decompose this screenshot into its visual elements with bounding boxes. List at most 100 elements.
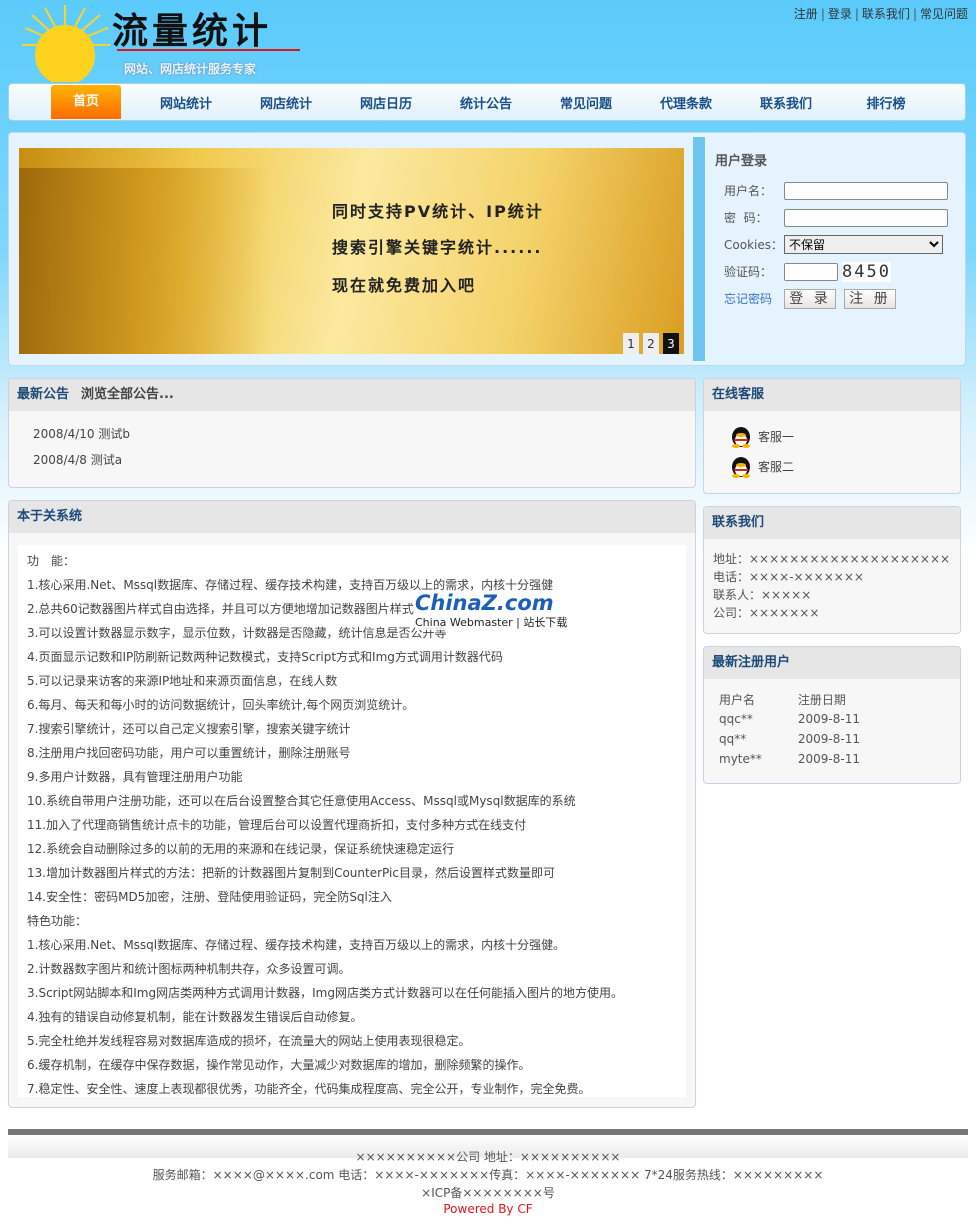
footer-company: ××××××××××公司 地址：×××××××××× bbox=[355, 1150, 621, 1164]
contact-company: 公司：××××××× bbox=[713, 606, 820, 620]
username-label: 用户名： bbox=[724, 184, 773, 198]
password-label: 密 码： bbox=[724, 211, 768, 225]
feature-line: 12.系统会自动删除过多的以前的无用的来源和在线记录，保证系统快速稳定运行 bbox=[27, 842, 455, 856]
cell-date: 2009-8-11 bbox=[797, 732, 860, 746]
banner-page-3[interactable]: 3 bbox=[663, 333, 679, 354]
banner-line-2: 搜索引擎关键字统计...... bbox=[332, 238, 543, 257]
feature-line: 2.总共60记数器图片样式自由选择，并且可以方便地增加记数器图片样式 bbox=[27, 602, 414, 616]
cell-username: qqc** bbox=[719, 712, 753, 726]
chinaz-watermark: ChinaZ.com China Webmaster | 站长下载 bbox=[415, 591, 568, 630]
table-row: qqc** 2009-8-11 bbox=[719, 709, 896, 729]
users-table: 用户名 注册日期 qqc** 2009-8-11 qq** 2009-8-11 myt… bbox=[719, 689, 896, 769]
banner-slideshow[interactable]: 同时支持PV统计、IP统计 搜索引擎关键字统计...... 现在就免费加入吧 1… bbox=[19, 148, 684, 354]
nav-shop-calendar[interactable]: 网店日历 bbox=[336, 93, 436, 112]
table-row: qq** 2009-8-11 bbox=[719, 729, 896, 749]
qq-penguin-icon bbox=[730, 424, 752, 448]
nav-shop-stats[interactable]: 网店统计 bbox=[236, 93, 336, 112]
feature-line: 9.多用户计数器，具有管理注册用户功能 bbox=[27, 770, 243, 784]
banner-divider bbox=[693, 137, 705, 361]
nav-home[interactable]: 首页 bbox=[51, 85, 121, 119]
feature-line: 7.搜索引擎统计，还可以自己定义搜索引擎，搜索关键字统计 bbox=[27, 722, 351, 736]
notice-more-link[interactable]: 浏览全部公告... bbox=[81, 387, 174, 402]
captcha-image[interactable]: 8450 bbox=[842, 261, 891, 282]
service-title: 在线客服 bbox=[704, 379, 960, 411]
password-input[interactable] bbox=[784, 208, 948, 227]
nav-contact[interactable]: 联系我们 bbox=[736, 93, 836, 112]
cookies-select[interactable]: 不保留 bbox=[784, 235, 943, 254]
feature-line: 1.核心采用.Net、Mssql数据库、存储过程、缓存技术构建，支持百万级以上的… bbox=[27, 578, 554, 592]
login-button[interactable]: 登 录 bbox=[784, 288, 836, 309]
watermark-sub: China Webmaster | 站长下载 bbox=[415, 614, 568, 630]
contact-person: 联系人：××××× bbox=[713, 588, 812, 602]
feature-line: 3.可以设置计数器显示数字，显示位数，计数器是否隐藏，统计信息是否公开等 bbox=[27, 626, 447, 640]
feature-line: 1.核心采用.Net、Mssql数据库、存储过程、缓存技术构建，支持百万级以上的… bbox=[27, 938, 566, 952]
register-link[interactable]: 注册 bbox=[794, 7, 818, 21]
login-link[interactable]: 登录 bbox=[828, 7, 852, 21]
service-item-1[interactable]: 客服一 bbox=[704, 421, 960, 451]
header-username: 用户名 bbox=[719, 692, 756, 707]
footer-icp: ×ICP备××××××××号 bbox=[421, 1186, 555, 1200]
feature-line: 11.加入了代理商销售统计点卡的功能，管理后台可以设置代理商折扣，支付多种方式在… bbox=[27, 818, 527, 832]
login-title: 用户登录 bbox=[715, 154, 768, 169]
logo[interactable]: 流量统计 网站、网店统计服务专家 bbox=[20, 0, 310, 85]
nav-ranking[interactable]: 排行榜 bbox=[836, 93, 936, 112]
new-users-panel: 最新注册用户 用户名 注册日期 qqc** 2009-8-11 qq** 2009-8… bbox=[703, 646, 961, 784]
cell-date: 2009-8-11 bbox=[797, 712, 860, 726]
contact-phone: 电话：××××-××××××× bbox=[713, 570, 864, 584]
about-body: 功 能： 1.核心采用.Net、Mssql数据库、存储过程、缓存技术构建，支持百万… bbox=[18, 545, 686, 1097]
cell-username: myte** bbox=[719, 752, 762, 766]
feature-line: 4.独有的错误自动修复机制，能在计数器发生错误后自动修复。 bbox=[27, 1010, 363, 1024]
header-date: 注册日期 bbox=[797, 692, 846, 707]
main-nav: 首页 网站统计 网店统计 网店日历 统计公告 常见问题 代理条款 联系我们 排行… bbox=[8, 83, 966, 121]
cell-username: qq** bbox=[719, 732, 747, 746]
captcha-input[interactable] bbox=[784, 262, 838, 281]
feature-line: 6.每月、每天和每小时的访问数据统计，回头率统计,每个网页浏览统计。 bbox=[27, 698, 415, 712]
service-name: 客服二 bbox=[758, 459, 795, 474]
feature-line: 10.系统自带用户注册功能，还可以在后台设置整合其它任意使用Access、Mss… bbox=[27, 794, 576, 808]
nav-announcements[interactable]: 统计公告 bbox=[436, 93, 536, 112]
online-service-panel: 在线客服 客服一 客服二 bbox=[703, 378, 961, 494]
login-form: 用户登录 用户名： 密 码： Cookies： 不保留 验证码： 8450 忘记密码… bbox=[715, 150, 960, 312]
banner-arch-image bbox=[19, 168, 269, 354]
footer-contact: 服务邮箱：××××@××××.com 电话：××××-×××××××传真：×××… bbox=[152, 1168, 824, 1182]
service-name: 客服一 bbox=[758, 429, 795, 444]
feature-line: 4.页面显示记数和IP防刷新记数两种记数模式，支持Script方式和Img方式调… bbox=[27, 650, 503, 664]
notice-title: 最新公告 bbox=[17, 387, 70, 402]
contact-link[interactable]: 联系我们 bbox=[862, 7, 910, 21]
top-links: 注册 | 登录 | 联系我们 | 常见问题 bbox=[793, 7, 968, 21]
feature-line: 2.计数器数字图片和统计图标两种机制共存，众多设置可调。 bbox=[27, 962, 351, 976]
contact-title: 联系我们 bbox=[704, 507, 960, 539]
contact-panel: 联系我们 地址：×××××××××××××××××××× 电话：××××-×××… bbox=[703, 506, 961, 634]
nav-faq[interactable]: 常见问题 bbox=[536, 93, 636, 112]
feature-line: 14.安全性：密码MD5加密，注册、登陆使用验证码，完全防Sql注入 bbox=[27, 890, 392, 904]
notice-item[interactable]: 2008/4/10 测试b bbox=[9, 421, 695, 447]
service-item-2[interactable]: 客服二 bbox=[704, 451, 960, 481]
notice-panel: 最新公告 浏览全部公告... 2008/4/10 测试b 2008/4/8 测试a bbox=[8, 378, 696, 488]
footer-powered[interactable]: Powered By CF bbox=[0, 1202, 976, 1216]
captcha-label: 验证码： bbox=[724, 265, 773, 279]
banner-line-1: 同时支持PV统计、IP统计 bbox=[332, 202, 544, 221]
watermark-brand: ChinaZ.com bbox=[415, 591, 554, 615]
table-row: myte** 2009-8-11 bbox=[719, 749, 896, 769]
nav-agent-terms[interactable]: 代理条款 bbox=[636, 93, 736, 112]
cookies-label: Cookies： bbox=[724, 238, 783, 252]
banner-line-3: 现在就免费加入吧 bbox=[332, 276, 477, 295]
username-input[interactable] bbox=[784, 181, 948, 200]
feature-line: 8.注册用户找回密码功能，用户可以重置统计，删除注册账号 bbox=[27, 746, 351, 760]
banner-page-1[interactable]: 1 bbox=[623, 333, 639, 354]
register-button[interactable]: 注 册 bbox=[844, 288, 896, 309]
forgot-password-link[interactable]: 忘记密码 bbox=[715, 290, 784, 307]
faq-link[interactable]: 常见问题 bbox=[920, 7, 968, 21]
nav-site-stats[interactable]: 网站统计 bbox=[136, 93, 236, 112]
notice-item[interactable]: 2008/4/8 测试a bbox=[9, 447, 695, 473]
logo-text: 流量统计 bbox=[112, 10, 273, 52]
feature-line: 特色功能： bbox=[27, 914, 88, 928]
feature-line: 5.可以记录来访客的来源IP地址和来源页面信息，在线人数 bbox=[27, 674, 338, 688]
feature-line: 6.缓存机制，在缓存中保存数据，操作常见动作，大量减少对数据库的增加，删除频繁的… bbox=[27, 1058, 531, 1072]
banner-page-2[interactable]: 2 bbox=[643, 333, 659, 354]
slogan: 网站、网店统计服务专家 bbox=[124, 62, 257, 76]
feature-line: 13.增加计数器图片样式的方法：把新的计数器图片复制到CounterPic目录，… bbox=[27, 866, 555, 880]
users-title: 最新注册用户 bbox=[704, 647, 960, 679]
contact-address: 地址：×××××××××××××××××××× bbox=[713, 552, 951, 566]
feature-line: 3.Script网站脚本和Img网店类两种方式调用计数器，Img网店类方式计数器… bbox=[27, 986, 623, 1000]
